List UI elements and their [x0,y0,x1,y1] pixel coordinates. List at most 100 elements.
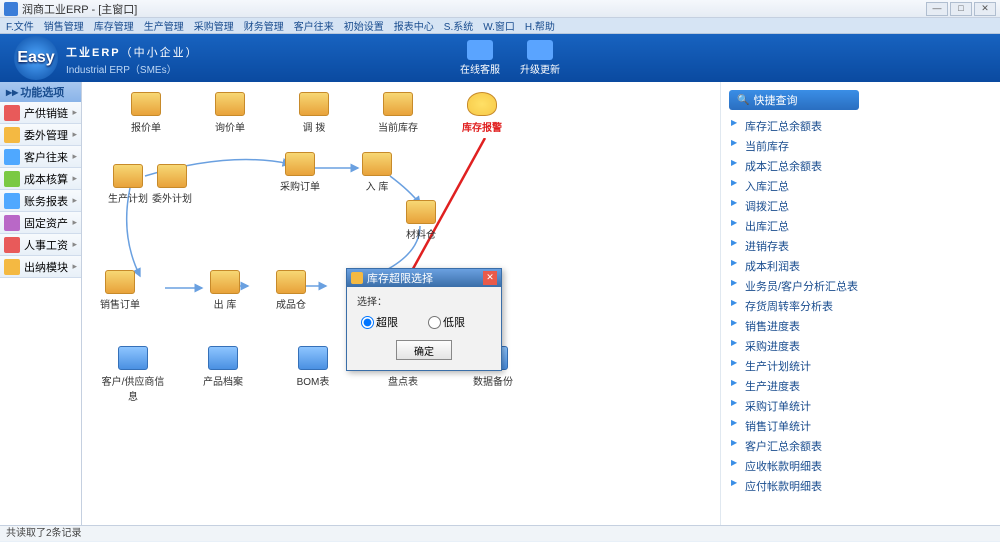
folder-icon [118,346,148,370]
minimize-button[interactable]: — [926,2,948,16]
report-link[interactable]: 应付帐款明细表 [729,476,992,496]
logo-icon: Easy [14,36,58,80]
dialog-close-button[interactable]: ✕ [483,271,497,285]
status-bar: 共读取了2条记录 [0,525,1000,541]
sidebar-item-icon [4,127,20,143]
desktop-icon[interactable]: 调 拨 [288,92,340,134]
report-link[interactable]: 生产进度表 [729,376,992,396]
node-prod-plan[interactable]: 生产计划 [108,164,148,205]
sidebar-item-icon [4,171,20,187]
sidebar-item[interactable]: 账务报表 [0,190,81,212]
window-title: 润商工业ERP - [主窗口] [22,1,926,17]
menu-item[interactable]: 财务管理 [244,18,284,33]
node-outsource-plan[interactable]: 委外计划 [152,164,192,205]
node-product-store[interactable]: 成品仓 [276,270,306,311]
banner-button-icon [527,40,553,60]
banner-button-icon [467,40,493,60]
banner-button[interactable]: 在线客服 [460,40,500,76]
sidebar-item[interactable]: 固定资产 [0,212,81,234]
sidebar-item[interactable]: 客户往来 [0,146,81,168]
desktop-icon[interactable]: 库存报警 [456,92,508,134]
report-link[interactable]: 成本汇总余额表 [729,156,992,176]
report-link[interactable]: 采购订单统计 [729,396,992,416]
quick-search-header[interactable]: 快捷查询 [729,90,859,110]
maximize-button[interactable]: □ [950,2,972,16]
folder-icon [298,346,328,370]
report-link[interactable]: 销售订单统计 [729,416,992,436]
banner-button[interactable]: 升级更新 [520,40,560,76]
folder-icon [215,92,245,116]
sidebar-item-icon [4,193,20,209]
dialog-select-label: 选择： [357,293,491,308]
workflow-canvas: 报价单询价单调 拨当前库存库存报警 生 [82,82,720,541]
report-link[interactable]: 当前库存 [729,136,992,156]
menu-item[interactable]: W.窗口 [483,18,515,33]
banner-suffix: （中小企业） [121,47,199,59]
node-sales-order[interactable]: 销售订单 [100,270,140,311]
banner: Easy 工业ERP（中小企业） Industrial ERP（SMEs） 在线… [0,34,1000,82]
report-link[interactable]: 成本利润表 [729,256,992,276]
sidebar-item-icon [4,105,20,121]
app-icon [4,2,18,16]
right-panel: 快捷查询 库存汇总余额表当前库存成本汇总余额表入库汇总调拨汇总出库汇总进销存表成… [720,82,1000,541]
report-link[interactable]: 调拨汇总 [729,196,992,216]
banner-title: 工业ERP [66,47,121,59]
desktop-icon[interactable]: 询价单 [204,92,256,134]
desktop-icon[interactable]: BOM表 [278,346,348,403]
dialog-title: 库存超限选择 [367,270,433,286]
radio-under[interactable]: 低限 [428,314,465,330]
menu-item[interactable]: 初始设置 [344,18,384,33]
desktop-icon[interactable]: 客户/供应商信息 [98,346,168,403]
report-link[interactable]: 生产计划统计 [729,356,992,376]
folder-icon [131,92,161,116]
sidebar-item-icon [4,149,20,165]
close-button[interactable]: ✕ [974,2,996,16]
sidebar: 功能选项 产供销链委外管理客户往来成本核算账务报表固定资产人事工资出纳模块 [0,82,82,541]
report-link[interactable]: 采购进度表 [729,336,992,356]
report-link[interactable]: 出库汇总 [729,216,992,236]
folder-icon [299,92,329,116]
report-link[interactable]: 入库汇总 [729,176,992,196]
folder-icon [467,92,497,116]
desktop-icon[interactable]: 报价单 [120,92,172,134]
folder-icon [383,92,413,116]
sidebar-item-icon [4,215,20,231]
menu-item[interactable]: 客户往来 [294,18,334,33]
sidebar-item[interactable]: 人事工资 [0,234,81,256]
radio-over[interactable]: 超限 [361,314,398,330]
report-link[interactable]: 应收帐款明细表 [729,456,992,476]
node-inbound[interactable]: 入 库 [362,152,392,193]
menu-item[interactable]: 生产管理 [144,18,184,33]
node-outbound[interactable]: 出 库 [210,270,240,311]
node-purchase-order[interactable]: 采购订单 [280,152,320,193]
sidebar-item[interactable]: 委外管理 [0,124,81,146]
report-link[interactable]: 销售进度表 [729,316,992,336]
report-link[interactable]: 业务员/客户分析汇总表 [729,276,992,296]
menu-item[interactable]: 库存管理 [94,18,134,33]
sidebar-item[interactable]: 产供销链 [0,102,81,124]
banner-subtitle: Industrial ERP（SMEs） [66,61,199,76]
sidebar-item-icon [4,259,20,275]
sidebar-item[interactable]: 成本核算 [0,168,81,190]
report-link[interactable]: 库存汇总余额表 [729,116,992,136]
menu-item[interactable]: 销售管理 [44,18,84,33]
menu-item[interactable]: H.帮助 [525,18,555,33]
menu-item[interactable]: F.文件 [6,18,34,33]
sidebar-item[interactable]: 出纳模块 [0,256,81,278]
desktop-icon[interactable]: 产品档案 [188,346,258,403]
stock-limit-dialog: 库存超限选择 ✕ 选择： 超限 低限 确定 [346,268,502,371]
dialog-ok-button[interactable]: 确定 [396,340,452,360]
menu-item[interactable]: S.系统 [444,18,473,33]
menu-item[interactable]: 报表中心 [394,18,434,33]
menubar: F.文件销售管理库存管理生产管理采购管理财务管理客户往来初始设置报表中心 S.系统… [0,18,1000,34]
sidebar-header: 功能选项 [0,82,81,102]
folder-icon [208,346,238,370]
menu-item[interactable]: 采购管理 [194,18,234,33]
dialog-icon [351,272,363,284]
report-link[interactable]: 客户汇总余额表 [729,436,992,456]
node-material-store[interactable]: 材料仓 [406,200,436,241]
report-link[interactable]: 存货周转率分析表 [729,296,992,316]
report-link[interactable]: 进销存表 [729,236,992,256]
desktop-icon[interactable]: 当前库存 [372,92,424,134]
sidebar-item-icon [4,237,20,253]
